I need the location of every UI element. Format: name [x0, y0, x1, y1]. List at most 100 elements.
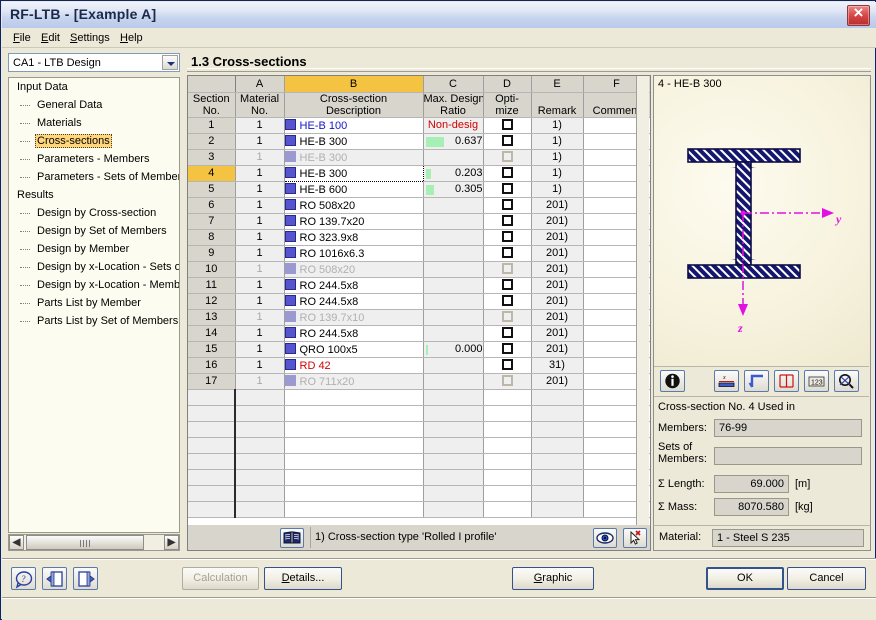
cell-description[interactable]: QRO 100x5: [284, 341, 424, 358]
cell-section-no[interactable]: 12: [188, 293, 236, 310]
optimize-checkbox[interactable]: [501, 134, 513, 146]
cell-section-no[interactable]: 2: [188, 133, 236, 150]
cell-section-no[interactable]: 6: [188, 197, 236, 214]
cell-description[interactable]: RO 1016x6.3: [284, 245, 424, 262]
cell-description[interactable]: HE-B 300: [284, 133, 424, 150]
cell-material-no[interactable]: 1: [235, 293, 285, 310]
cell-max-design-ratio[interactable]: [423, 373, 484, 390]
scroll-left-icon[interactable]: ◀: [9, 535, 24, 550]
grid-points-icon[interactable]: [774, 370, 799, 392]
table-vertical-scrollbar[interactable]: [636, 76, 649, 550]
navigation-tree[interactable]: Input Data General Data Materials Cross-…: [8, 77, 180, 533]
cell-description[interactable]: RO 244.5x8: [284, 293, 424, 310]
cell-section-no[interactable]: 7: [188, 213, 236, 230]
tree-item-cross-sections[interactable]: Cross-sections: [9, 132, 179, 150]
eye-icon[interactable]: [593, 528, 617, 548]
cell-material-no[interactable]: 1: [235, 309, 285, 326]
cell-description[interactable]: RO 244.5x8: [284, 277, 424, 294]
cell-max-design-ratio[interactable]: 0.203: [423, 165, 484, 182]
table-row[interactable]: 3 1 HE-B 300 1): [188, 149, 650, 166]
cell-optimize[interactable]: [483, 133, 532, 150]
cell-description[interactable]: RO 244.5x8: [284, 325, 424, 342]
cell-section-no[interactable]: 10: [188, 261, 236, 278]
table-row[interactable]: 2 1 HE-B 300 0.637 1): [188, 133, 650, 150]
optimize-checkbox[interactable]: [501, 198, 513, 210]
cell-description[interactable]: RO 139.7x10: [284, 309, 424, 326]
table-row[interactable]: 1 1 HE-B 100 Non-desig 1): [188, 117, 650, 134]
optimize-checkbox[interactable]: [501, 230, 513, 242]
tree-item-parameters-members[interactable]: Parameters - Members: [9, 150, 179, 168]
table-row[interactable]: 12 1 RO 244.5x8 201): [188, 293, 650, 310]
cell-optimize[interactable]: [483, 373, 532, 390]
menu-item-settings[interactable]: Settings: [65, 31, 115, 45]
cell-section-no[interactable]: 8: [188, 229, 236, 246]
cell-section-no[interactable]: 15: [188, 341, 236, 358]
col-letter-d[interactable]: D: [483, 76, 532, 93]
optimize-checkbox[interactable]: [501, 342, 513, 354]
cell-material-no[interactable]: 1: [235, 341, 285, 358]
cell-section-no[interactable]: 17: [188, 373, 236, 390]
table-row[interactable]: 16 1 RD 42 31): [188, 357, 650, 374]
pick-pointer-icon[interactable]: [623, 528, 647, 548]
cell-description[interactable]: RO 508x20: [284, 197, 424, 214]
cell-material-no[interactable]: 1: [235, 261, 285, 278]
cell-optimize[interactable]: [483, 309, 532, 326]
tree-item-design-by-cross-section[interactable]: Design by Cross-section: [9, 204, 179, 222]
tree-item-parameters-sets-of-members[interactable]: Parameters - Sets of Members: [9, 168, 179, 186]
table-row[interactable]: 7 1 RO 139.7x20 201): [188, 213, 650, 230]
cell-section-no[interactable]: 3: [188, 149, 236, 166]
col-letter-e[interactable]: E: [531, 76, 584, 93]
ok-button[interactable]: OK: [706, 567, 784, 590]
section-dimension-icon[interactable]: x: [714, 370, 739, 392]
optimize-checkbox[interactable]: [501, 374, 513, 386]
numbering-icon[interactable]: 123: [804, 370, 829, 392]
cell-section-no[interactable]: 16: [188, 357, 236, 374]
cell-max-design-ratio[interactable]: [423, 325, 484, 342]
cell-material-no[interactable]: 1: [235, 133, 285, 150]
tree-item-design-by-x-location-sets[interactable]: Design by x-Location - Sets of M: [9, 258, 179, 276]
cell-section-no[interactable]: 1: [188, 117, 236, 134]
optimize-checkbox[interactable]: [501, 166, 513, 178]
cell-optimize[interactable]: [483, 261, 532, 278]
cell-optimize[interactable]: [483, 229, 532, 246]
cell-section-no[interactable]: 4: [188, 165, 236, 182]
cell-max-design-ratio[interactable]: 0.637: [423, 133, 484, 150]
cell-material-no[interactable]: 1: [235, 277, 285, 294]
table-row[interactable]: 8 1 RO 323.9x8 201): [188, 229, 650, 246]
cell-description[interactable]: RO 508x20: [284, 261, 424, 278]
optimize-checkbox[interactable]: [501, 278, 513, 290]
previous-step-icon[interactable]: [42, 567, 67, 590]
table-row[interactable]: 6 1 RO 508x20 201): [188, 197, 650, 214]
tree-item-parts-list-by-set-of-members[interactable]: Parts List by Set of Members: [9, 312, 179, 330]
optimize-checkbox[interactable]: [501, 326, 513, 338]
cell-optimize[interactable]: [483, 117, 532, 134]
cell-material-no[interactable]: 1: [235, 117, 285, 134]
optimize-checkbox[interactable]: [501, 214, 513, 226]
cell-material-no[interactable]: 1: [235, 197, 285, 214]
table-row[interactable]: 14 1 RO 244.5x8 201): [188, 325, 650, 342]
cell-material-no[interactable]: 1: [235, 229, 285, 246]
book-icon[interactable]: [280, 528, 304, 548]
cell-description[interactable]: RO 139.7x20: [284, 213, 424, 230]
table-row[interactable]: 9 1 RO 1016x6.3 201): [188, 245, 650, 262]
col-letter-b[interactable]: B: [284, 76, 424, 93]
menu-item-help[interactable]: Help: [115, 31, 148, 45]
cell-section-no[interactable]: 5: [188, 181, 236, 198]
col-letter-a[interactable]: A: [235, 76, 285, 93]
cross-section-graphic[interactable]: 4 - HE-B 300 y z: [654, 76, 869, 366]
table-row[interactable]: 10 1 RO 508x20 201): [188, 261, 650, 278]
menu-item-file[interactable]: File: [8, 31, 36, 45]
table-row[interactable]: 5 1 HE-B 600 0.305 1): [188, 181, 650, 198]
cell-max-design-ratio[interactable]: [423, 245, 484, 262]
cell-description[interactable]: HE-B 600: [284, 181, 424, 198]
cell-optimize[interactable]: [483, 293, 532, 310]
cell-description[interactable]: HE-B 300: [283, 164, 424, 182]
close-icon[interactable]: [847, 3, 870, 26]
cell-section-no[interactable]: 11: [188, 277, 236, 294]
table-row[interactable]: 4 1 HE-B 300 0.203 1): [188, 164, 650, 182]
graphic-button[interactable]: Graphic: [512, 567, 594, 590]
cell-optimize[interactable]: [483, 213, 532, 230]
cell-optimize[interactable]: [483, 245, 532, 262]
cell-description[interactable]: RO 323.9x8: [284, 229, 424, 246]
zoom-icon[interactable]: [834, 370, 859, 392]
